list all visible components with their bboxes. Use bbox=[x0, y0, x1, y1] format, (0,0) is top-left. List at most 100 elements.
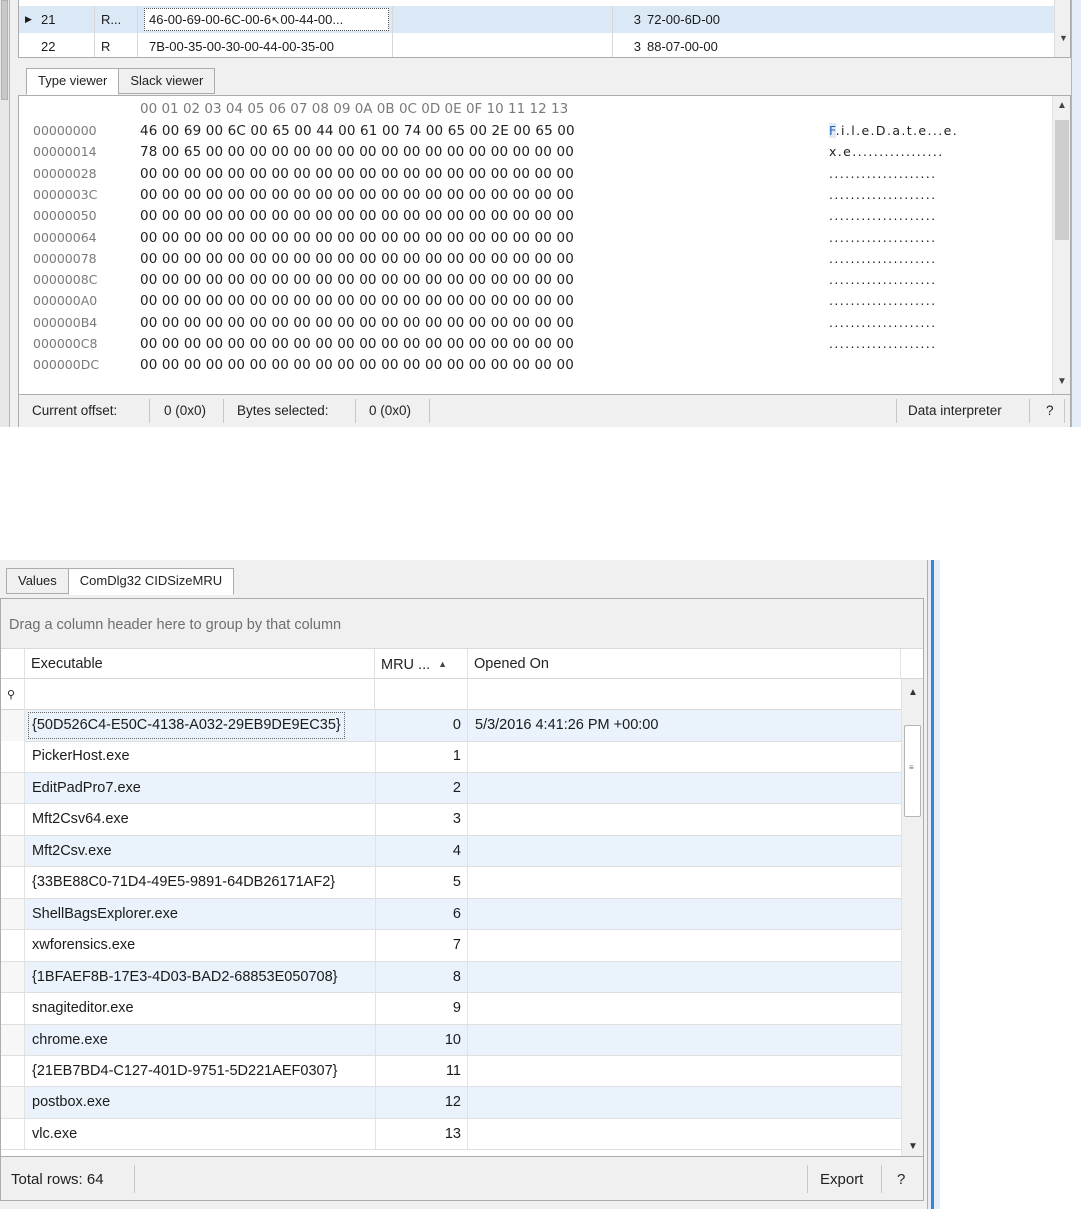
table-row[interactable]: xwforensics.exe 7 bbox=[1, 930, 901, 962]
help-button[interactable]: ? bbox=[897, 1157, 905, 1202]
row-indicator[interactable] bbox=[1, 772, 25, 804]
row-indicator[interactable] bbox=[1, 993, 25, 1024]
table-row[interactable]: {1BFAEF8B-17E3-4D03-BAD2-68853E050708} 8 bbox=[1, 961, 901, 994]
hex-ascii[interactable]: .................... bbox=[829, 251, 936, 266]
left-scrollbar-thumb[interactable] bbox=[1, 0, 8, 100]
row-indicator[interactable] bbox=[1, 898, 25, 930]
table-row[interactable]: {21EB7BD4-C127-401D-9751-5D221AEF0307} 11 bbox=[1, 1055, 901, 1088]
value-edit-cell[interactable]: 46-00-69-00-6C-00-6↖00-44-00... bbox=[144, 8, 389, 31]
table-row[interactable]: Mft2Csv64.exe 3 bbox=[1, 804, 901, 836]
row-indicator[interactable] bbox=[1, 930, 25, 961]
left-scrollbar[interactable] bbox=[0, 0, 10, 427]
cell-executable[interactable]: xwforensics.exe bbox=[32, 930, 135, 961]
cell-mru[interactable]: 3 bbox=[375, 804, 468, 836]
column-header-mru[interactable]: MRU ... ▲ bbox=[375, 649, 468, 679]
hex-bytes[interactable]: 78 00 65 00 00 00 00 00 00 00 00 00 00 0… bbox=[140, 144, 574, 160]
hex-ascii[interactable]: .................... bbox=[829, 336, 936, 351]
cell-mru[interactable]: 12 bbox=[375, 1087, 468, 1119]
row-indicator[interactable] bbox=[1, 1118, 25, 1150]
cell-executable[interactable]: ShellBagsExplorer.exe bbox=[32, 899, 178, 930]
data-interpreter-button[interactable]: Data interpreter bbox=[908, 395, 1002, 427]
hex-bytes[interactable]: 00 00 00 00 00 00 00 00 00 00 00 00 00 0… bbox=[140, 251, 574, 267]
cell-executable[interactable]: snagiteditor.exe bbox=[32, 993, 134, 1024]
cell-executable[interactable]: vlc.exe bbox=[32, 1119, 77, 1150]
hex-ascii[interactable]: .................... bbox=[829, 272, 936, 287]
row-indicator[interactable] bbox=[1, 867, 25, 898]
group-by-panel[interactable]: Drag a column header here to group by th… bbox=[1, 599, 923, 649]
cell-mru[interactable]: 9 bbox=[375, 993, 468, 1025]
hex-ascii[interactable]: .................... bbox=[829, 230, 936, 245]
cell-executable[interactable]: Mft2Csv64.exe bbox=[32, 804, 129, 835]
hex-ascii[interactable]: .................... bbox=[829, 208, 936, 223]
hex-ascii[interactable]: x.e................. bbox=[829, 144, 944, 159]
hex-ascii[interactable]: .................... bbox=[829, 293, 936, 308]
cell-mru[interactable]: 13 bbox=[375, 1118, 468, 1150]
export-button[interactable]: Export bbox=[820, 1157, 863, 1202]
hex-bytes[interactable]: 00 00 00 00 00 00 00 00 00 00 00 00 00 0… bbox=[140, 230, 574, 246]
row-indicator[interactable] bbox=[1, 835, 25, 867]
cell-opened-on[interactable]: 5/3/2016 4:41:26 PM +00:00 bbox=[475, 710, 658, 741]
row-expander-icon[interactable]: ▶ bbox=[25, 6, 32, 33]
table-row[interactable]: 22 R 7B-00-35-00-30-00-44-00-35-00 3 88-… bbox=[19, 33, 1054, 57]
table-row[interactable]: vlc.exe 13 bbox=[1, 1118, 901, 1151]
cell-mru[interactable]: 10 bbox=[375, 1024, 468, 1056]
hex-ascii[interactable]: F.i.l.e.D.a.t.e...e. bbox=[829, 123, 958, 138]
column-header-opened-on[interactable]: Opened On bbox=[468, 649, 901, 679]
column-header-executable[interactable]: Executable bbox=[25, 649, 375, 679]
row-indicator[interactable] bbox=[1, 741, 25, 772]
row-indicator[interactable] bbox=[1, 961, 25, 993]
row-indicator[interactable] bbox=[1, 804, 25, 835]
tab-type-viewer[interactable]: Type viewer bbox=[26, 68, 120, 95]
cell-mru[interactable]: 7 bbox=[375, 930, 468, 962]
scroll-up-icon[interactable]: ▲ bbox=[902, 685, 923, 701]
hex-bytes[interactable]: 00 00 00 00 00 00 00 00 00 00 00 00 00 0… bbox=[140, 208, 574, 224]
cell-executable[interactable]: {21EB7BD4-C127-401D-9751-5D221AEF0307} bbox=[32, 1056, 338, 1087]
tab-comdlg32-cidsizemru[interactable]: ComDlg32 CIDSizeMRU bbox=[67, 568, 235, 595]
cell-mru[interactable]: 0 bbox=[375, 710, 468, 741]
hex-ascii[interactable]: .................... bbox=[829, 187, 936, 202]
mru-grid-scrollbar[interactable]: ▲ ≡ ▼ bbox=[901, 679, 923, 1159]
hex-viewer[interactable]: 00 01 02 03 04 05 06 07 08 09 0A 0B 0C 0… bbox=[18, 95, 1071, 395]
cell-executable[interactable]: {1BFAEF8B-17E3-4D03-BAD2-68853E050708} bbox=[32, 962, 338, 993]
hex-bytes[interactable]: 00 00 00 00 00 00 00 00 00 00 00 00 00 0… bbox=[140, 357, 574, 373]
hex-ascii[interactable]: .................... bbox=[829, 166, 936, 181]
cell-executable[interactable]: chrome.exe bbox=[32, 1025, 108, 1056]
cell-executable[interactable]: postbox.exe bbox=[32, 1087, 110, 1118]
hex-scrollbar[interactable]: ▲ ▼ bbox=[1052, 96, 1070, 394]
row-indicator[interactable] bbox=[1, 1055, 25, 1087]
hex-bytes[interactable]: 00 00 00 00 00 00 00 00 00 00 00 00 00 0… bbox=[140, 336, 574, 352]
scroll-down-icon[interactable]: ▼ bbox=[1055, 30, 1070, 47]
cell-mru[interactable]: 5 bbox=[375, 867, 468, 899]
filter-row[interactable]: ⚲ bbox=[1, 679, 901, 710]
filter-cell-executable[interactable] bbox=[25, 679, 375, 710]
hex-bytes[interactable]: 00 00 00 00 00 00 00 00 00 00 00 00 00 0… bbox=[140, 187, 574, 203]
hex-bytes[interactable]: 00 00 00 00 00 00 00 00 00 00 00 00 00 0… bbox=[140, 315, 574, 331]
values-grid-scrollbar[interactable]: ▼ bbox=[1054, 0, 1070, 57]
cell-mru[interactable]: 1 bbox=[375, 741, 468, 773]
table-row[interactable]: snagiteditor.exe 9 bbox=[1, 993, 901, 1025]
cell-mru[interactable]: 8 bbox=[375, 961, 468, 993]
hex-bytes[interactable]: 00 00 00 00 00 00 00 00 00 00 00 00 00 0… bbox=[140, 272, 574, 288]
scroll-down-icon[interactable]: ▼ bbox=[1053, 374, 1070, 390]
cell-executable[interactable]: Mft2Csv.exe bbox=[32, 836, 112, 867]
table-row[interactable]: postbox.exe 12 bbox=[1, 1087, 901, 1119]
row-indicator[interactable] bbox=[1, 1087, 25, 1118]
hex-bytes[interactable]: 46 00 69 00 6C 00 65 00 44 00 61 00 74 0… bbox=[140, 123, 575, 139]
table-row[interactable]: {50D526C4-E50C-4138-A032-29EB9DE9EC35} 0 5… bbox=[1, 710, 901, 742]
cell-executable[interactable]: {33BE88C0-71D4-49E5-9891-64DB26171AF2} bbox=[32, 867, 335, 898]
hex-bytes[interactable]: 00 00 00 00 00 00 00 00 00 00 00 00 00 0… bbox=[140, 166, 574, 182]
row-indicator[interactable] bbox=[1, 710, 25, 741]
scroll-down-icon[interactable]: ▼ bbox=[902, 1139, 923, 1155]
tab-values[interactable]: Values bbox=[6, 568, 69, 594]
cell-mru[interactable]: 2 bbox=[375, 772, 468, 804]
cell-executable[interactable]: EditPadPro7.exe bbox=[32, 773, 141, 804]
table-row[interactable]: ▶ 21 R... 46-00-69-00-6C-00-6↖00-44-00..… bbox=[19, 6, 1054, 33]
table-row[interactable]: Mft2Csv.exe 4 bbox=[1, 835, 901, 868]
cell-mru[interactable]: 4 bbox=[375, 835, 468, 867]
cell-executable[interactable]: {50D526C4-E50C-4138-A032-29EB9DE9EC35} bbox=[28, 712, 345, 739]
table-row[interactable]: {33BE88C0-71D4-49E5-9891-64DB26171AF2} 5 bbox=[1, 867, 901, 899]
hex-ascii[interactable]: .................... bbox=[829, 315, 936, 330]
cell-mru[interactable]: 11 bbox=[375, 1055, 468, 1087]
scroll-up-icon[interactable]: ▲ bbox=[1053, 98, 1070, 114]
cell-mru[interactable]: 6 bbox=[375, 898, 468, 930]
